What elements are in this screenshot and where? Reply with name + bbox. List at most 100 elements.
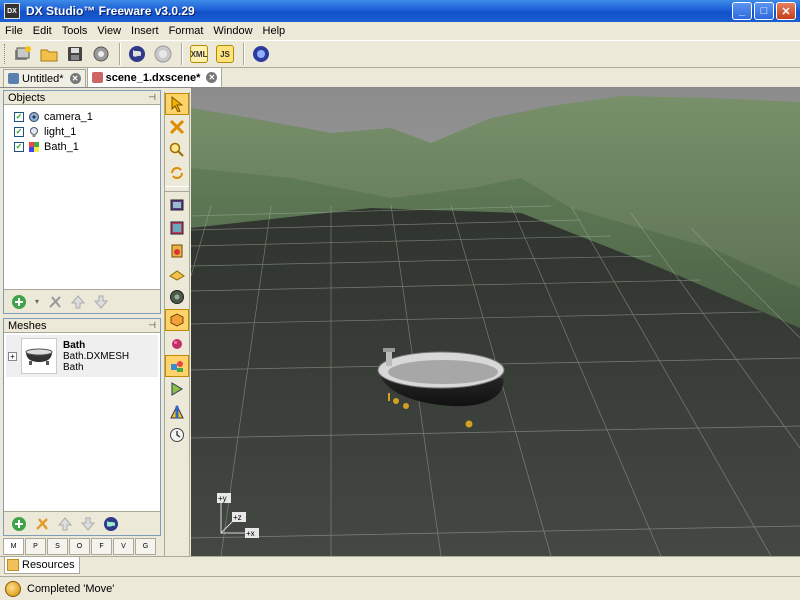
maximize-button[interactable]: □ [754, 2, 774, 20]
pin-icon[interactable]: ⊣ [148, 320, 156, 331]
visibility-checkbox[interactable]: ✓ [14, 141, 24, 152]
visibility-checkbox[interactable]: ✓ [14, 111, 24, 122]
move-down-button[interactable] [92, 293, 110, 311]
tree-item-light[interactable]: ✓ light_1 [4, 124, 160, 139]
tab-label: V [121, 543, 126, 550]
mesh-move-down-button[interactable] [79, 515, 97, 533]
toolbar-grip[interactable] [4, 44, 7, 64]
meshes-panel: Meshes ⊣ + Bath Bath.DXMESH Bath [3, 318, 161, 536]
tab-objects[interactable]: O [69, 538, 90, 555]
rotate-tool-button[interactable] [165, 162, 189, 184]
app-icon[interactable]: DX [4, 3, 20, 19]
tools-icon [49, 295, 61, 308]
close-tab-icon[interactable]: ✕ [206, 72, 218, 83]
tree-item-camera[interactable]: ✓ camera_1 [4, 109, 160, 124]
mesh-thumbnail [21, 338, 57, 374]
tab-label: M [10, 543, 17, 550]
menu-window[interactable]: Window [208, 25, 257, 37]
timeline-tool-button[interactable] [165, 424, 189, 446]
close-window-button[interactable]: ✕ [776, 2, 796, 20]
tab-files[interactable]: F [91, 538, 112, 555]
mesh-tools-button[interactable] [33, 515, 51, 533]
box-tool-button[interactable] [165, 309, 189, 331]
magnifier-icon [169, 142, 184, 157]
tab-meshes[interactable]: M [3, 538, 24, 555]
move-up-button[interactable] [69, 293, 87, 311]
tree-item-bath[interactable]: ✓ Bath_1 [4, 139, 160, 154]
tab-scene[interactable]: scene_1.dxscene* ✕ [86, 67, 223, 87]
xml-button[interactable]: XML [187, 42, 211, 66]
mesh-web-button[interactable] [102, 515, 120, 533]
resource-type-tabs: M P S O F V G [3, 536, 161, 556]
plane-tool-button[interactable] [165, 263, 189, 285]
expand-icon[interactable]: + [8, 351, 17, 361]
open-folder-icon [40, 49, 58, 62]
mesh-item-bath[interactable]: + Bath Bath.DXMESH Bath [6, 335, 158, 377]
mesh-file: Bath.DXMESH [63, 350, 130, 362]
menu-tools[interactable]: Tools [57, 25, 93, 37]
light-cone-icon [171, 382, 183, 396]
menu-help[interactable]: Help [258, 25, 291, 37]
object-label: camera_1 [44, 110, 93, 123]
visibility-checkbox[interactable]: ✓ [14, 126, 24, 137]
save-button[interactable] [63, 42, 87, 66]
objects-panel-header: Objects ⊣ [4, 91, 160, 105]
tab-videos[interactable]: V [113, 538, 134, 555]
sphere-tool-button[interactable] [165, 332, 189, 354]
publish-button[interactable] [125, 42, 149, 66]
photo-view-button[interactable] [165, 217, 189, 239]
objects-group-icon [171, 361, 183, 372]
move-tool-button[interactable] [165, 116, 189, 138]
object-label: light_1 [44, 125, 77, 138]
bathtub-icon [25, 348, 53, 365]
tools-button[interactable] [46, 293, 64, 311]
javascript-button[interactable]: JS [213, 42, 237, 66]
tab-sounds[interactable]: S [47, 538, 68, 555]
paint-tool-button[interactable] [165, 240, 189, 262]
close-tab-icon[interactable]: ✕ [69, 73, 81, 84]
scene-tool-button[interactable] [165, 401, 189, 423]
pin-icon[interactable]: ⊣ [148, 92, 156, 103]
tab-label: G [142, 543, 149, 550]
meshes-panel-toolbar [4, 511, 160, 535]
minimize-button[interactable]: _ [732, 2, 752, 20]
camera-view-button[interactable] [165, 194, 189, 216]
open-button[interactable] [37, 42, 61, 66]
arrow-up-icon [57, 516, 73, 530]
objects-panel-toolbar: ▾ [4, 289, 160, 313]
paint-bucket-icon [171, 244, 183, 258]
menu-file[interactable]: File [0, 25, 28, 37]
menu-insert[interactable]: Insert [126, 25, 164, 37]
group-tool-button[interactable] [165, 355, 189, 377]
plane-icon [169, 270, 185, 281]
new-project-button[interactable] [11, 42, 35, 66]
menu-format[interactable]: Format [164, 25, 209, 37]
status-light-icon [5, 580, 21, 597]
add-object-button[interactable] [10, 293, 28, 311]
scene-render: +y +z +x [191, 88, 800, 556]
light-tool-button[interactable] [165, 378, 189, 400]
resources-tab[interactable]: Resources [4, 557, 80, 574]
scene-viewport[interactable]: +y +z +x [191, 88, 800, 556]
save-icon [68, 47, 82, 61]
terrain-tool-button[interactable] [165, 286, 189, 308]
document-tabs: Untitled* ✕ scene_1.dxscene* ✕ [0, 67, 800, 88]
globe-disabled-icon [154, 45, 172, 63]
tab-graphics[interactable]: G [135, 538, 156, 555]
select-tool-button[interactable] [165, 93, 189, 115]
menu-edit[interactable]: Edit [28, 25, 57, 37]
publish-web-button[interactable] [151, 42, 175, 66]
clock-icon [170, 428, 184, 442]
add-mesh-button[interactable] [10, 515, 28, 533]
mesh-move-up-button[interactable] [56, 515, 74, 533]
status-bar: Completed 'Move' [0, 576, 800, 600]
tab-paths[interactable]: P [25, 538, 46, 555]
box-icon [170, 313, 184, 327]
help-button[interactable] [249, 42, 273, 66]
settings-button[interactable] [89, 42, 113, 66]
menu-view[interactable]: View [92, 25, 126, 37]
add-dropdown-button[interactable]: ▾ [33, 293, 41, 311]
terrain-icon [170, 290, 184, 304]
zoom-tool-button[interactable] [165, 139, 189, 161]
tab-untitled[interactable]: Untitled* ✕ [3, 69, 86, 87]
